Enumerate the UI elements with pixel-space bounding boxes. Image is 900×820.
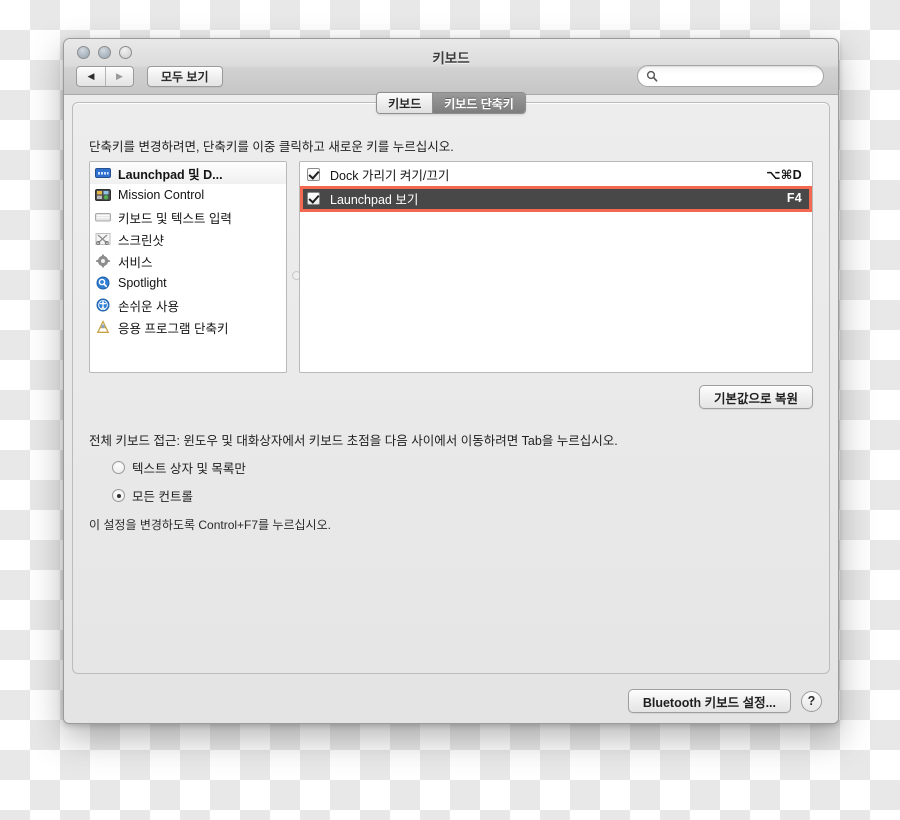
search-input[interactable]: [663, 70, 815, 82]
restore-defaults-wrapper: 기본값으로 복원: [699, 385, 813, 409]
tab-bar: 키보드 키보드 단축키: [73, 92, 829, 114]
preferences-window: 키보드 ◀ ▶ 모두 보기 키보드 키보드 단축키 단축키를 변경하려면, 단축…: [63, 38, 839, 724]
app-shortcuts-icon: [95, 320, 111, 334]
shortcut-key: F4: [786, 191, 802, 205]
window-footer: Bluetooth 키보드 설정... ?: [627, 689, 822, 713]
shortcut-row-dock-hide[interactable]: Dock 가리기 켜기/끄기 ⌥⌘D: [300, 162, 812, 186]
back-forward-segmented[interactable]: ◀ ▶: [76, 66, 134, 87]
shortcut-name: Dock 가리기 켜기/끄기: [330, 168, 450, 183]
category-item-accessibility[interactable]: 손쉬운 사용: [90, 294, 286, 316]
full-keyboard-access-note: 이 설정을 변경하도록 Control+F7를 누르십시오.: [89, 518, 331, 532]
search-icon: [646, 70, 658, 82]
category-item-mission-control[interactable]: Mission Control: [90, 184, 286, 206]
category-list[interactable]: Launchpad 및 D... Mission Control 키보드 및 텍…: [89, 161, 287, 373]
shortcut-name: Launchpad 보기: [330, 192, 419, 207]
screenshot-icon: [95, 232, 111, 246]
category-label: 서비스: [118, 255, 153, 270]
spotlight-icon: [95, 276, 111, 290]
category-label: Launchpad 및 D...: [118, 167, 223, 182]
category-label: 키보드 및 텍스트 입력: [118, 211, 232, 226]
window-title: 키보드: [432, 51, 470, 66]
services-gear-icon: [95, 254, 111, 268]
radio-button[interactable]: [112, 461, 125, 474]
bluetooth-keyboard-setup-button[interactable]: Bluetooth 키보드 설정...: [627, 689, 791, 713]
category-item-app-shortcuts[interactable]: 응용 프로그램 단축키: [90, 316, 286, 338]
show-all-button[interactable]: 모두 보기: [147, 66, 223, 87]
shortcut-key: ⌥⌘D: [766, 167, 802, 182]
launchpad-dock-icon: [95, 166, 111, 180]
back-button[interactable]: ◀: [77, 67, 105, 86]
restore-defaults-button[interactable]: 기본값으로 복원: [699, 385, 813, 409]
category-label: 응용 프로그램 단축키: [118, 321, 229, 336]
category-item-screenshot[interactable]: 스크린샷: [90, 228, 286, 250]
radio-button[interactable]: [112, 489, 125, 502]
category-item-spotlight[interactable]: Spotlight: [90, 272, 286, 294]
category-label: 손쉬운 사용: [118, 299, 179, 314]
radio-label: 텍스트 상자 및 목록만: [132, 462, 246, 476]
instruction-text: 단축키를 변경하려면, 단축키를 이중 클릭하고 새로운 키를 누르십시오.: [89, 140, 454, 154]
keyboard-icon: [95, 210, 111, 224]
shortcut-row-launchpad[interactable]: Launchpad 보기 F4: [300, 186, 812, 210]
search-field[interactable]: [637, 65, 824, 87]
category-item-services[interactable]: 서비스: [90, 250, 286, 272]
window-body: 키보드 키보드 단축키 단축키를 변경하려면, 단축키를 이중 클릭하고 새로운…: [64, 92, 838, 723]
full-keyboard-access-section: 전체 키보드 접근: 윈도우 및 대화상자에서 키보드 초점을 다음 사이에서 …: [89, 430, 813, 533]
mission-control-icon: [95, 188, 111, 202]
shortcut-checkbox[interactable]: [307, 191, 320, 205]
list-splitter[interactable]: [287, 161, 301, 373]
radio-option-all-controls[interactable]: 모든 컨트롤: [112, 486, 813, 505]
full-keyboard-access-title: 전체 키보드 접근: 윈도우 및 대화상자에서 키보드 초점을 다음 사이에서 …: [89, 434, 618, 448]
radio-option-text-boxes-lists[interactable]: 텍스트 상자 및 목록만: [112, 458, 813, 477]
tab-keyboard[interactable]: 키보드: [377, 93, 433, 113]
forward-button[interactable]: ▶: [105, 67, 133, 86]
accessibility-icon: [95, 298, 111, 312]
window-titlebar: 키보드 ◀ ▶ 모두 보기: [64, 39, 838, 95]
category-item-keyboard-text[interactable]: 키보드 및 텍스트 입력: [90, 206, 286, 228]
tab-keyboard-shortcuts[interactable]: 키보드 단축키: [432, 93, 525, 113]
shortcut-lists: Launchpad 및 D... Mission Control 키보드 및 텍…: [89, 161, 813, 373]
category-item-launchpad-dock[interactable]: Launchpad 및 D...: [90, 162, 286, 184]
navigation-controls: ◀ ▶ 모두 보기: [76, 66, 223, 87]
shortcut-list[interactable]: Dock 가리기 켜기/끄기 ⌥⌘D Launchpad 보기 F4: [299, 161, 813, 373]
radio-label: 모든 컨트롤: [132, 490, 193, 504]
shortcut-checkbox[interactable]: [307, 167, 320, 181]
category-label: Mission Control: [118, 188, 205, 202]
category-label: Spotlight: [118, 276, 167, 290]
help-button[interactable]: ?: [801, 690, 822, 712]
category-label: 스크린샷: [118, 233, 165, 248]
preferences-panel: 키보드 키보드 단축키 단축키를 변경하려면, 단축키를 이중 클릭하고 새로운…: [72, 92, 830, 674]
